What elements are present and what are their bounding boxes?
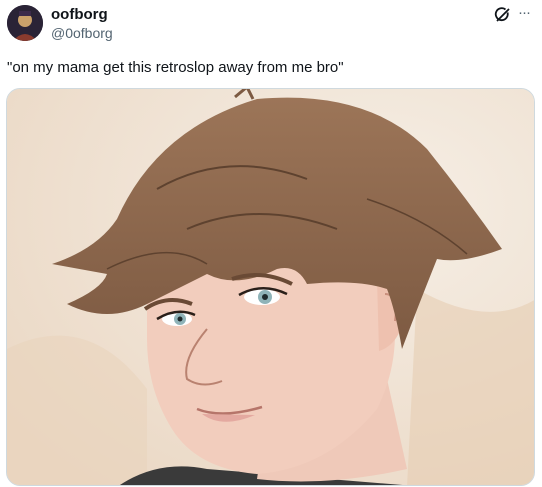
grok-icon[interactable] [494,6,512,24]
display-name[interactable]: oofborg [51,6,108,24]
avatar[interactable] [7,5,43,41]
tweet-text: "on my mama get this retroslop away from… [7,59,344,76]
user-handle[interactable]: @0ofborg [51,24,113,42]
more-horizontal-icon[interactable]: ··· [518,5,536,23]
tweet-image[interactable] [6,88,535,486]
